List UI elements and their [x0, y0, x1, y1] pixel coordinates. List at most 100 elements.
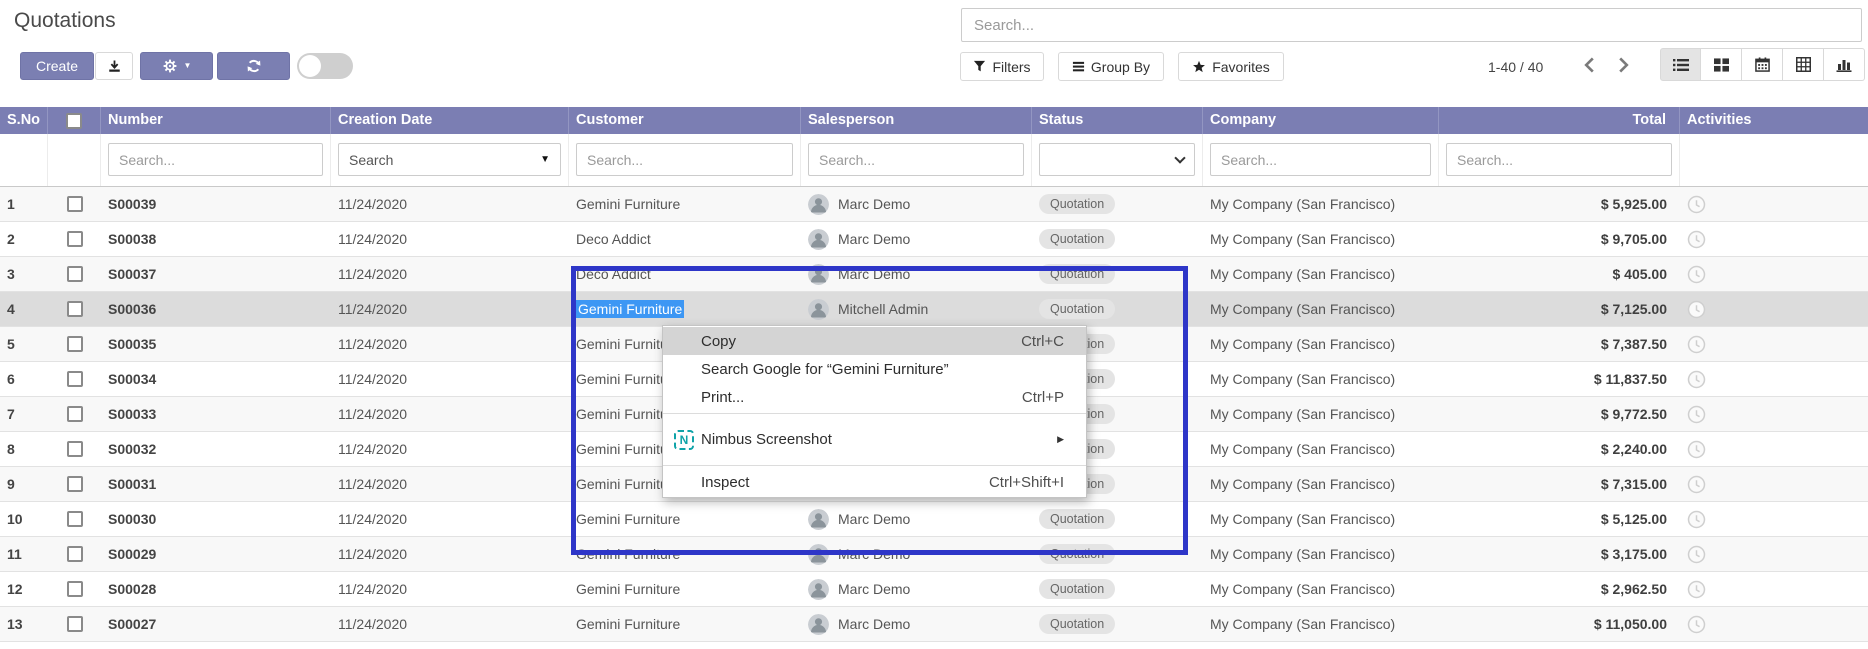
submenu-arrow-icon: ▶ — [1057, 434, 1064, 445]
header-creation-date[interactable]: Creation Date — [331, 107, 569, 134]
row-company: My Company (San Francisco) — [1203, 397, 1439, 431]
activity-clock-icon[interactable] — [1687, 440, 1706, 459]
filter-creation-date-select[interactable]: Search ▼ — [338, 143, 561, 176]
row-checkbox[interactable] — [67, 371, 83, 387]
group-by-bars-icon — [1072, 60, 1085, 73]
row-salesperson: Mitchell Admin — [801, 292, 1032, 326]
graph-view-button[interactable] — [1824, 48, 1865, 81]
activity-clock-icon[interactable] — [1687, 615, 1706, 634]
table-row[interactable]: 11S0002911/24/2020Gemini FurnitureMarc D… — [0, 537, 1868, 572]
filter-salesperson-input[interactable] — [808, 143, 1024, 176]
activity-clock-icon[interactable] — [1687, 475, 1706, 494]
filter-status-select[interactable] — [1039, 143, 1195, 176]
menu-item-print[interactable]: Print...Ctrl+P — [663, 383, 1086, 411]
row-sno: 2 — [0, 222, 48, 256]
row-checkbox[interactable] — [67, 196, 83, 212]
row-activities-cell — [1680, 257, 1868, 291]
row-company: My Company (San Francisco) — [1203, 292, 1439, 326]
activity-clock-icon[interactable] — [1687, 300, 1706, 319]
row-activities-cell — [1680, 502, 1868, 536]
refresh-button[interactable] — [217, 52, 290, 80]
table-row[interactable]: 13S0002711/24/2020Gemini FurnitureMarc D… — [0, 607, 1868, 642]
activity-clock-icon[interactable] — [1687, 230, 1706, 249]
row-creation-date: 11/24/2020 — [331, 362, 569, 396]
kanban-view-button[interactable] — [1701, 48, 1742, 81]
row-company: My Company (San Francisco) — [1203, 257, 1439, 291]
activity-clock-icon[interactable] — [1687, 265, 1706, 284]
table-row[interactable]: 3S0003711/24/2020Deco AddictMarc DemoQuo… — [0, 257, 1868, 292]
table-row[interactable]: 4S0003611/24/2020Gemini FurnitureMitchel… — [0, 292, 1868, 327]
table-row[interactable]: 12S0002811/24/2020Gemini FurnitureMarc D… — [0, 572, 1868, 607]
row-customer: Gemini Furniture — [569, 187, 801, 221]
table-row[interactable]: 2S0003811/24/2020Deco AddictMarc DemoQuo… — [0, 222, 1868, 257]
row-number: S00035 — [101, 327, 331, 361]
row-sno: 5 — [0, 327, 48, 361]
row-checkbox[interactable] — [67, 266, 83, 282]
row-checkbox-cell — [48, 537, 101, 571]
pager-previous-button[interactable] — [1578, 53, 1600, 77]
row-creation-date: 11/24/2020 — [331, 397, 569, 431]
row-checkbox[interactable] — [67, 231, 83, 247]
row-status-cell: Quotation — [1032, 222, 1203, 256]
gear-dropdown-button[interactable]: ▼ — [140, 52, 213, 80]
row-total: $ 9,705.00 — [1439, 222, 1680, 256]
row-checkbox[interactable] — [67, 511, 83, 527]
create-button[interactable]: Create — [20, 52, 94, 80]
row-checkbox[interactable] — [67, 616, 83, 632]
header-company[interactable]: Company — [1203, 107, 1439, 134]
header-status[interactable]: Status — [1032, 107, 1203, 134]
filter-company-input[interactable] — [1210, 143, 1431, 176]
header-activities[interactable]: Activities — [1680, 107, 1868, 134]
activity-clock-icon[interactable] — [1687, 370, 1706, 389]
header-number[interactable]: Number — [101, 107, 331, 134]
menu-item-nimbus-screenshot[interactable]: NNimbus Screenshot▶ — [663, 416, 1086, 463]
row-checkbox[interactable] — [67, 336, 83, 352]
activity-clock-icon[interactable] — [1687, 545, 1706, 564]
header-total[interactable]: Total — [1439, 107, 1680, 134]
search-input[interactable] — [961, 8, 1862, 42]
menu-item-copy[interactable]: CopyCtrl+C — [663, 327, 1086, 355]
select-all-checkbox[interactable] — [66, 113, 82, 129]
menu-separator — [663, 413, 1086, 414]
activity-clock-icon[interactable] — [1687, 405, 1706, 424]
activity-clock-icon[interactable] — [1687, 335, 1706, 354]
header-salesperson[interactable]: Salesperson — [801, 107, 1032, 134]
group-by-button[interactable]: Group By — [1058, 52, 1164, 81]
row-checkbox[interactable] — [67, 476, 83, 492]
row-checkbox[interactable] — [67, 581, 83, 597]
activity-clock-icon[interactable] — [1687, 580, 1706, 599]
row-status-cell: Quotation — [1032, 537, 1203, 571]
activity-clock-icon[interactable] — [1687, 510, 1706, 529]
toggle-switch[interactable] — [297, 53, 353, 79]
pager-next-button[interactable] — [1612, 53, 1634, 77]
download-button[interactable] — [95, 52, 133, 80]
filter-total-input[interactable] — [1446, 143, 1672, 176]
header-sno[interactable]: S.No — [0, 107, 48, 134]
filter-number-input[interactable] — [108, 143, 323, 176]
row-checkbox[interactable] — [67, 441, 83, 457]
menu-item-inspect[interactable]: InspectCtrl+Shift+I — [663, 468, 1086, 496]
menu-item-search-google-for-gemini-furniture[interactable]: Search Google for “Gemini Furniture” — [663, 355, 1086, 383]
row-checkbox[interactable] — [67, 546, 83, 562]
row-checkbox-cell — [48, 257, 101, 291]
chevron-down-icon — [1174, 152, 1185, 163]
row-checkbox[interactable] — [67, 301, 83, 317]
pivot-view-button[interactable] — [1783, 48, 1824, 81]
filter-customer-input[interactable] — [576, 143, 793, 176]
list-view-button[interactable] — [1660, 48, 1701, 81]
filters-button[interactable]: Filters — [960, 52, 1044, 81]
row-checkbox[interactable] — [67, 406, 83, 422]
row-company: My Company (San Francisco) — [1203, 432, 1439, 466]
table-row[interactable]: 1S0003911/24/2020Gemini FurnitureMarc De… — [0, 187, 1868, 222]
calendar-view-button[interactable] — [1742, 48, 1783, 81]
salesperson-name: Marc Demo — [838, 266, 910, 282]
row-salesperson: Marc Demo — [801, 537, 1032, 571]
row-customer: Deco Addict — [569, 257, 801, 291]
favorites-button[interactable]: Favorites — [1178, 52, 1284, 81]
row-activities-cell — [1680, 362, 1868, 396]
row-checkbox-cell — [48, 467, 101, 501]
table-row[interactable]: 10S0003011/24/2020Gemini FurnitureMarc D… — [0, 502, 1868, 537]
row-company: My Company (San Francisco) — [1203, 187, 1439, 221]
header-customer[interactable]: Customer — [569, 107, 801, 134]
activity-clock-icon[interactable] — [1687, 195, 1706, 214]
